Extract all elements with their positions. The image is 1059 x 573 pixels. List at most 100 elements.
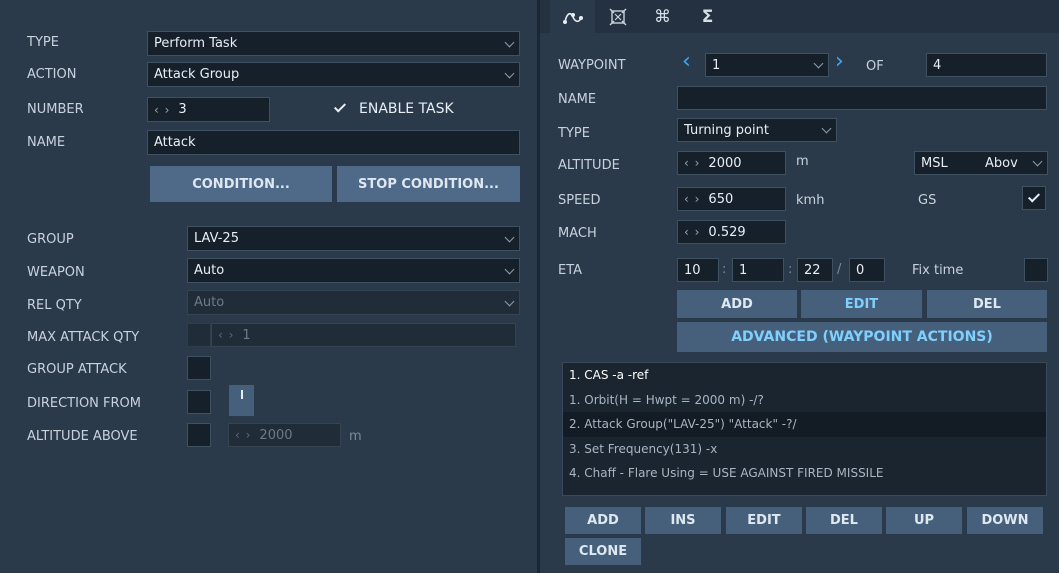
group-attack-checkbox[interactable]	[187, 356, 211, 380]
max-attack-qty-value: 1	[242, 327, 251, 343]
max-attack-qty-checkbox[interactable]	[187, 323, 211, 347]
action-down-button[interactable]: DOWN	[967, 507, 1043, 534]
altitude-above-stepper[interactable]: ‹ › 2000	[228, 423, 341, 447]
action-up-button[interactable]: UP	[886, 507, 962, 534]
chevron-down-icon	[1032, 156, 1043, 167]
condition-button[interactable]: CONDITION...	[150, 166, 332, 202]
wp-name-input[interactable]	[677, 86, 1047, 110]
eta-minutes-value: 1	[739, 262, 748, 278]
panel-divider[interactable]	[537, 0, 540, 573]
speed-stepper[interactable]: ‹ › 650	[677, 187, 786, 211]
altitude-label: ALTITUDE	[558, 158, 620, 173]
wp-add-button[interactable]: ADD	[677, 290, 797, 318]
prev-waypoint-icon[interactable]: ‹	[682, 51, 691, 73]
eta-minutes-input[interactable]: 1	[732, 258, 784, 282]
altitude-above-checkbox[interactable]	[187, 423, 211, 447]
list-item[interactable]: 3. Set Frequency(131) -x	[563, 437, 1046, 462]
rel-qty-select[interactable]: Auto	[187, 290, 520, 315]
weapon-label: WEAPON	[27, 265, 85, 280]
action-del-button[interactable]: DEL	[806, 507, 882, 534]
chevron-down-icon	[504, 296, 515, 306]
stepper-arrows-icon[interactable]: ‹ ›	[154, 103, 170, 117]
altitude-ref-select[interactable]: MSL Abov	[914, 151, 1048, 175]
action-select[interactable]: Attack Group	[147, 62, 520, 87]
stepper-arrows-icon[interactable]: ‹ ›	[235, 428, 251, 442]
list-item[interactable]: 4. Chaff - Flare Using = USE AGAINST FIR…	[563, 461, 1046, 486]
waypoint-select[interactable]: 1	[705, 53, 829, 77]
tab-target[interactable]	[595, 0, 640, 33]
type-select[interactable]: Perform Task	[147, 31, 520, 56]
waypoint-total-field: 4	[926, 53, 1047, 77]
next-waypoint-icon[interactable]: ›	[835, 51, 844, 73]
speed-label: SPEED	[558, 193, 601, 208]
stop-condition-button[interactable]: STOP CONDITION...	[337, 166, 520, 202]
tab-command[interactable]: ⌘	[640, 0, 685, 33]
number-label: NUMBER	[27, 102, 84, 117]
max-attack-qty-label: MAX ATTACK QTY	[27, 330, 140, 345]
list-item[interactable]: 2. Attack Group("LAV-25") "Attack" -?/	[563, 412, 1046, 437]
waypoint-select-value: 1	[712, 57, 721, 73]
eta-seconds-input[interactable]: 22	[797, 258, 833, 282]
list-item[interactable]: 1. CAS -a -ref	[563, 363, 1046, 388]
max-attack-qty-stepper[interactable]: ‹ › 1	[211, 323, 516, 347]
action-edit-button[interactable]: EDIT	[726, 507, 802, 534]
speed-unit: kmh	[796, 193, 825, 208]
group-select[interactable]: LAV-25	[187, 226, 520, 251]
waypoint-label: WAYPOINT	[558, 58, 626, 73]
tab-route[interactable]	[550, 0, 595, 33]
speed-value: 650	[708, 191, 734, 207]
eta-hours-value: 10	[684, 262, 701, 278]
target-icon	[609, 8, 626, 25]
check-icon	[333, 100, 347, 113]
group-select-value: LAV-25	[194, 231, 239, 246]
stepper-arrows-icon[interactable]: ‹ ›	[218, 328, 234, 342]
weapon-select-value: Auto	[194, 263, 225, 278]
wp-edit-button[interactable]: EDIT	[801, 290, 922, 318]
mach-stepper[interactable]: ‹ › 0.529	[677, 220, 786, 244]
altitude-stepper[interactable]: ‹ › 2000	[677, 151, 786, 175]
chevron-down-icon	[821, 123, 832, 134]
chevron-down-icon	[504, 232, 515, 242]
altitude-ref-value: MSL	[921, 155, 948, 171]
rel-qty-label: REL QTY	[27, 298, 82, 313]
check-icon	[1027, 190, 1041, 203]
wp-type-select-value: Turning point	[684, 122, 769, 138]
direction-dial[interactable]	[229, 385, 254, 416]
advanced-waypoint-actions-button[interactable]: ADVANCED (WAYPOINT ACTIONS)	[677, 322, 1047, 352]
direction-needle-icon	[240, 390, 243, 399]
type-label: TYPE	[27, 35, 59, 50]
fix-time-checkbox[interactable]	[1024, 258, 1048, 282]
altitude-ref2-value: Abov	[985, 155, 1018, 171]
chevron-down-icon	[504, 37, 515, 47]
tab-sigma[interactable]: Σ	[685, 0, 730, 33]
wp-del-button[interactable]: DEL	[927, 290, 1047, 318]
mach-value: 0.529	[708, 224, 746, 240]
altitude-above-unit: m	[349, 429, 362, 444]
task-name-value: Attack	[154, 135, 196, 150]
waypoint-actions-list[interactable]: 1. CAS -a -ref 1. Orbit(H = Hwpt = 2000 …	[562, 362, 1047, 496]
action-clone-button[interactable]: CLONE	[565, 538, 641, 565]
stepper-arrows-icon[interactable]: ‹ ›	[684, 192, 700, 206]
weapon-select[interactable]: Auto	[187, 258, 520, 283]
wp-name-label: NAME	[558, 92, 597, 107]
action-add-button[interactable]: ADD	[565, 507, 641, 534]
action-ins-button[interactable]: INS	[645, 507, 721, 534]
number-stepper[interactable]: ‹ › 3	[147, 97, 270, 122]
eta-hours-input[interactable]: 10	[677, 258, 719, 282]
task-name-input[interactable]: Attack	[147, 130, 520, 155]
wp-type-label: TYPE	[558, 126, 590, 141]
group-label: GROUP	[27, 232, 74, 247]
eta-day-input[interactable]: 0	[849, 258, 885, 282]
number-value: 3	[178, 102, 187, 117]
stepper-arrows-icon[interactable]: ‹ ›	[684, 225, 700, 239]
type-select-value: Perform Task	[154, 36, 238, 51]
eta-seconds-value: 22	[804, 262, 821, 278]
direction-from-checkbox[interactable]	[187, 390, 211, 414]
stepper-arrows-icon[interactable]: ‹ ›	[684, 156, 700, 170]
gs-checkbox[interactable]	[1022, 186, 1046, 210]
enable-task-checkbox[interactable]	[332, 100, 348, 116]
enable-task-label[interactable]: ENABLE TASK	[359, 101, 454, 117]
wp-type-select[interactable]: Turning point	[677, 118, 837, 142]
of-label: OF	[866, 59, 884, 74]
list-item[interactable]: 1. Orbit(H = Hwpt = 2000 m) -/?	[563, 388, 1046, 413]
